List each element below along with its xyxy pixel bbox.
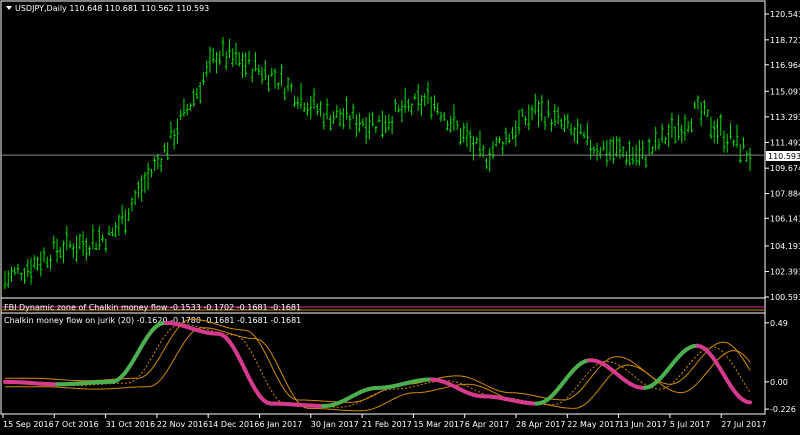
time-tick-label: 13 Jun 2017 bbox=[619, 420, 667, 429]
indicator-tick-label: -0.226 bbox=[770, 405, 796, 414]
time-tick-label: 27 Jul 2017 bbox=[721, 420, 766, 429]
price-tick-label: 106.143 bbox=[770, 214, 800, 223]
chart-window[interactable]: USDJPY,Daily 110.648 110.681 110.562 110… bbox=[0, 0, 800, 431]
price-tick-label: 115.091 bbox=[770, 87, 800, 96]
price-tick-label: 120.543 bbox=[770, 10, 800, 19]
time-tick-label: 7 Oct 2016 bbox=[54, 420, 98, 429]
current-price-label: 110.593 bbox=[768, 152, 800, 161]
time-tick-label: 21 Feb 2017 bbox=[362, 420, 412, 429]
price-tick-label: 107.884 bbox=[770, 190, 800, 199]
time-tick-label: 22 Nov 2016 bbox=[157, 420, 208, 429]
main-chart-frame[interactable] bbox=[1, 1, 765, 298]
indicator-frame[interactable] bbox=[1, 313, 765, 414]
price-tick-label: 102.393 bbox=[770, 267, 800, 276]
dynamic-zone-label: FBI Dynamic zone of Chalkin money flow -… bbox=[4, 303, 301, 312]
symbol-title: USDJPY,Daily 110.648 110.681 110.562 110… bbox=[15, 4, 209, 13]
time-tick-label: 28 Apr 2017 bbox=[516, 420, 565, 429]
time-tick-label: 6 Jan 2017 bbox=[260, 420, 303, 429]
time-tick-label: 15 Sep 2016 bbox=[3, 420, 54, 429]
time-tick-label: 30 Jan 2017 bbox=[311, 420, 359, 429]
symbol-header[interactable]: USDJPY,Daily 110.648 110.681 110.562 110… bbox=[6, 4, 209, 13]
indicator-main-segment bbox=[746, 402, 750, 403]
current-price-tag: 110.593 bbox=[766, 151, 800, 161]
time-axis: 15 Sep 20167 Oct 2016 31 Oct 201622 Nov 2… bbox=[3, 414, 766, 429]
price-tick-label: 111.492 bbox=[770, 138, 800, 147]
price-tick-label: 118.721 bbox=[770, 36, 800, 45]
time-tick-label: 31 Oct 2016 bbox=[106, 420, 155, 429]
indicator-tick-label: 0.49 bbox=[770, 319, 788, 328]
time-tick-label: 15 Mar 2017 bbox=[413, 420, 464, 429]
time-tick-label: 5 Jul 2017 bbox=[670, 420, 710, 429]
time-tick-label: 14 Dec 2016 bbox=[208, 420, 259, 429]
indicator-tick-label: 0.00 bbox=[770, 378, 788, 387]
price-tick-label: 113.293 bbox=[770, 113, 800, 122]
price-tick-label: 109.674 bbox=[770, 164, 800, 173]
price-tick-label: 116.964 bbox=[770, 61, 800, 70]
price-tick-label: 100.593 bbox=[770, 293, 800, 302]
time-tick-label: 22 May 2017 bbox=[567, 420, 619, 429]
price-tick-label: 104.193 bbox=[770, 242, 800, 251]
indicator-axis: 0.49 0.00 -0.226 bbox=[765, 319, 796, 414]
indicator-label: Chalkin money flow on jurik (20) -0.1620… bbox=[4, 316, 301, 325]
time-tick-label: 6 Apr 2017 bbox=[465, 420, 509, 429]
